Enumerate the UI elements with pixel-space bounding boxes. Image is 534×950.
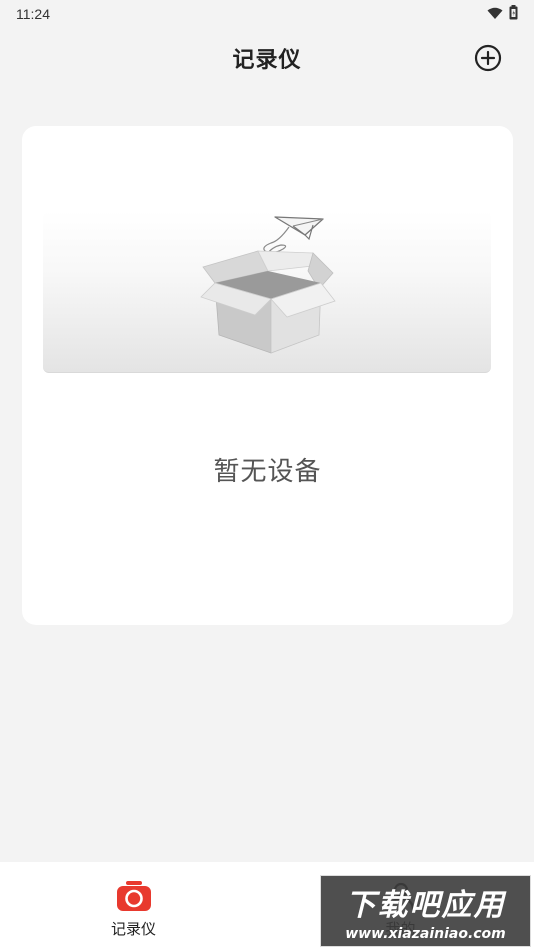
watermark-url: www.xiazainiao.com	[345, 926, 506, 942]
status-icons	[487, 4, 518, 24]
nav-label-recorder: 记录仪	[110, 920, 156, 938]
page-title: 记录仪	[232, 48, 302, 73]
empty-illustration	[43, 211, 491, 373]
device-list-card: 暂无设备	[22, 126, 513, 625]
battery-icon	[509, 4, 518, 24]
empty-state-text: 暂无设备	[213, 457, 322, 487]
empty-box-icon	[200, 216, 336, 354]
nav-item-recorder[interactable]: 记录仪	[0, 862, 267, 950]
recorder-camera-icon	[116, 881, 151, 911]
status-time: 11:24	[16, 6, 50, 22]
status-bar: 11:24	[0, 0, 534, 28]
watermark-title: 下载吧应用	[345, 888, 506, 923]
wifi-icon	[487, 5, 503, 24]
app-bar: 记录仪	[0, 30, 534, 86]
watermark: 下载吧应用 www.xiazainiao.com	[320, 875, 531, 947]
add-circle-icon	[474, 44, 502, 72]
add-device-button[interactable]	[474, 44, 502, 72]
